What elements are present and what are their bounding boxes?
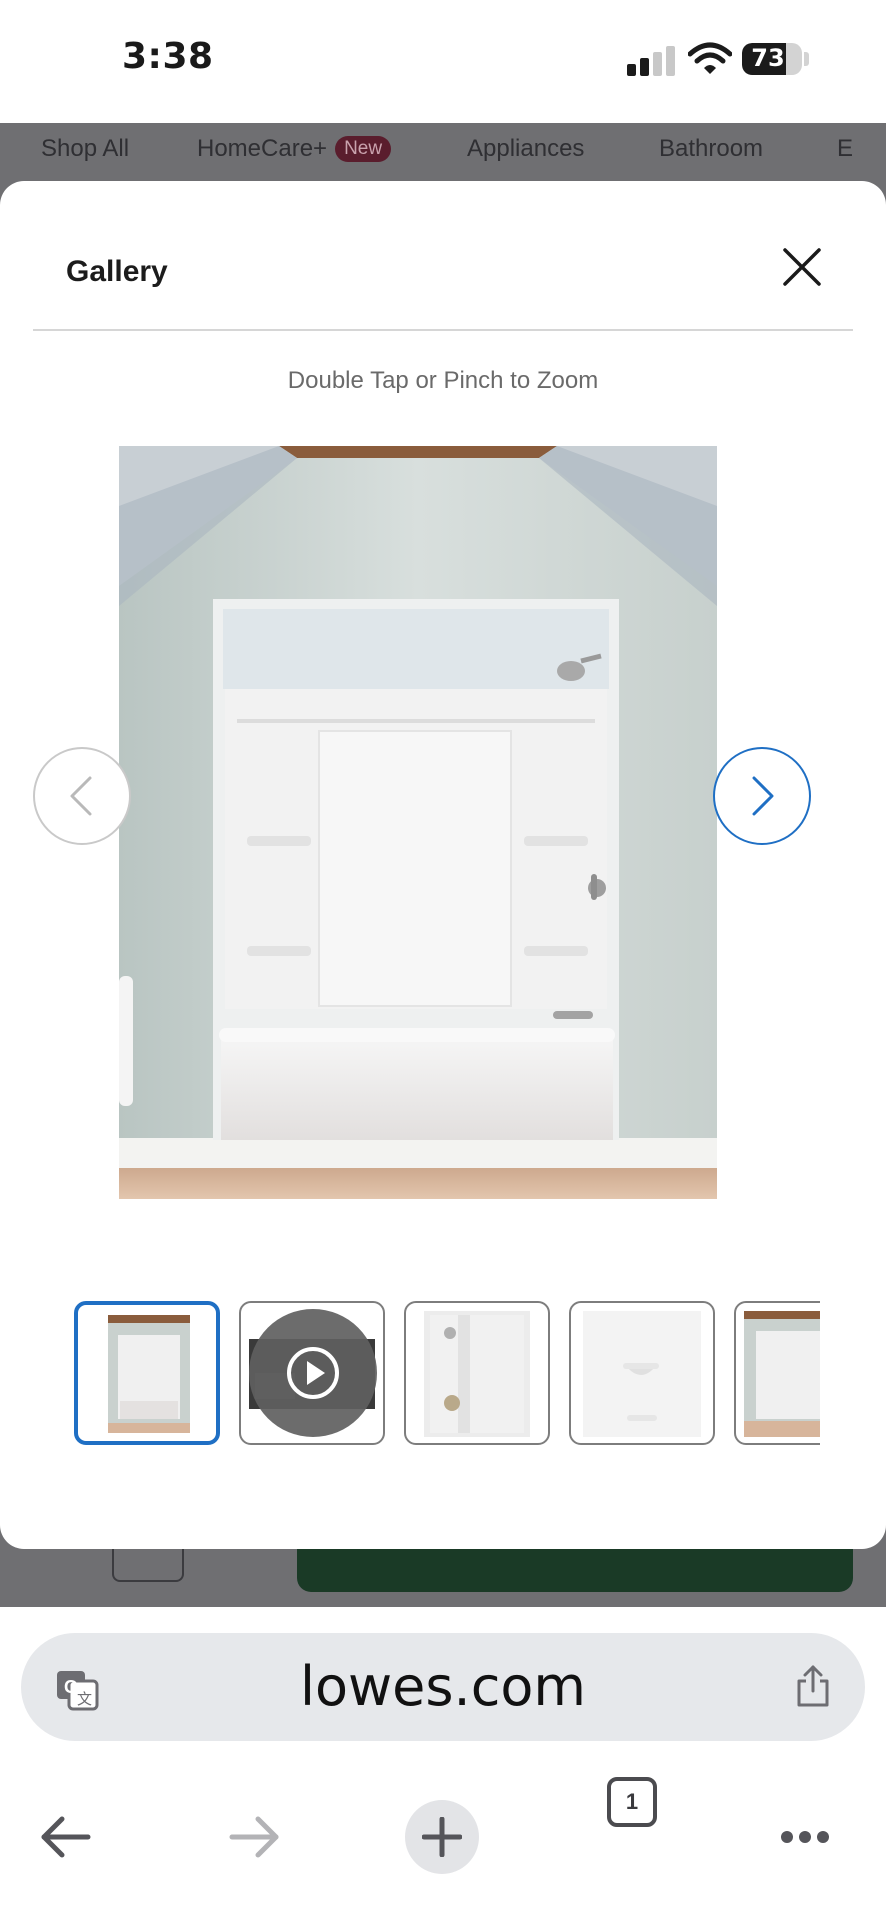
thumbnail-5[interactable] [734, 1301, 820, 1445]
new-tab-button[interactable] [405, 1800, 479, 1874]
tub-shower-thumb [744, 1311, 820, 1437]
gallery-title: Gallery [66, 255, 168, 288]
modal-divider [33, 329, 853, 331]
gallery-modal: Gallery Double Tap or Pinch to Zoom [0, 181, 886, 1549]
zoom-hint: Double Tap or Pinch to Zoom [287, 367, 599, 394]
more-options-icon[interactable] [780, 1829, 830, 1845]
chevron-left-icon [70, 776, 92, 816]
thumbnail-strip[interactable] [74, 1299, 820, 1447]
category-homecare[interactable]: HomeCare+ New [197, 135, 392, 163]
browser-toolbar: G 文 lowes.com [0, 1607, 886, 1920]
thumbnail-4[interactable] [569, 1301, 715, 1445]
address-bar[interactable]: G 文 lowes.com [21, 1633, 865, 1741]
tub-shower-thumb [108, 1315, 190, 1433]
battery-tip [804, 52, 809, 66]
close-button[interactable] [776, 241, 828, 293]
previous-image-button[interactable] [33, 747, 131, 845]
thumbnail-2-video[interactable] [239, 1301, 385, 1445]
thumbnail-1[interactable] [74, 1301, 220, 1445]
battery-level: 73 [751, 44, 785, 72]
forward-arrow-icon[interactable] [228, 1815, 282, 1859]
wifi-icon [688, 42, 732, 74]
category-shop-all[interactable]: Shop All [41, 135, 129, 163]
shower-detail-thumb [424, 1311, 530, 1437]
back-arrow-icon[interactable] [38, 1815, 92, 1859]
category-more[interactable]: E [837, 135, 853, 163]
cellular-signal-icon [627, 44, 675, 76]
category-nav: Shop All HomeCare+ New Appliances Bathroo… [0, 123, 886, 181]
video-thumb [249, 1309, 377, 1437]
shelf-detail-thumb [583, 1311, 701, 1437]
tab-switcher-button[interactable]: 1 [607, 1777, 657, 1827]
category-homecare-label: HomeCare+ [197, 135, 328, 162]
status-bar: 3:38 73 [0, 0, 886, 123]
chevron-right-icon [752, 776, 774, 816]
category-appliances[interactable]: Appliances [467, 135, 584, 163]
plus-icon [422, 1817, 462, 1857]
status-time: 3:38 [122, 36, 214, 77]
category-bathroom[interactable]: Bathroom [659, 135, 763, 163]
next-image-button[interactable] [713, 747, 811, 845]
new-badge: New [335, 136, 392, 162]
share-icon[interactable] [793, 1663, 833, 1709]
close-icon [783, 248, 821, 286]
url-text: lowes.com [299, 1655, 587, 1718]
product-main-image[interactable] [119, 446, 717, 1199]
battery-icon: 73 [742, 43, 802, 75]
thumbnail-3[interactable] [404, 1301, 550, 1445]
